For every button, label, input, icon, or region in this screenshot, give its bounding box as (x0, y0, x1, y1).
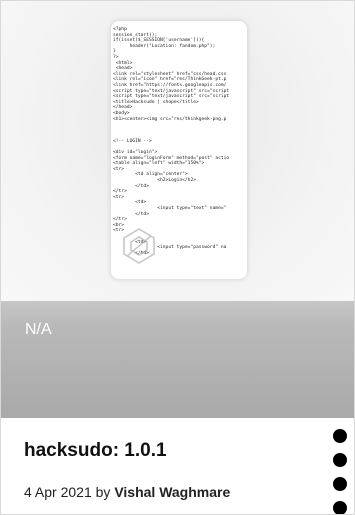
card-thumbnail[interactable]: <?php session_start(); if(isset($_SESSIO… (1, 1, 354, 418)
vertical-dots-icon[interactable] (329, 429, 351, 514)
card-title[interactable]: hacksudo: 1.0.1 (24, 440, 167, 462)
author-link[interactable]: Vishal Waghmare (114, 484, 230, 500)
dot (333, 501, 347, 514)
code-preview-text: <?php session_start(); if(isset($_SESSIO… (113, 27, 230, 256)
dot (333, 453, 347, 467)
by-label: by (95, 484, 111, 500)
watermark-logo-icon (123, 228, 155, 264)
vm-card[interactable]: <?php session_start(); if(isset($_SESSIO… (0, 0, 355, 515)
card-info: hacksudo: 1.0.1 4 Apr 2021 by Vishal Wag… (1, 418, 354, 514)
release-date: 4 Apr 2021 (24, 484, 92, 500)
dot (333, 477, 347, 491)
thumbnail-fallback-label: N/A (25, 321, 52, 338)
card-meta: 4 Apr 2021 by Vishal Waghmare (24, 484, 230, 500)
dot (333, 429, 347, 443)
